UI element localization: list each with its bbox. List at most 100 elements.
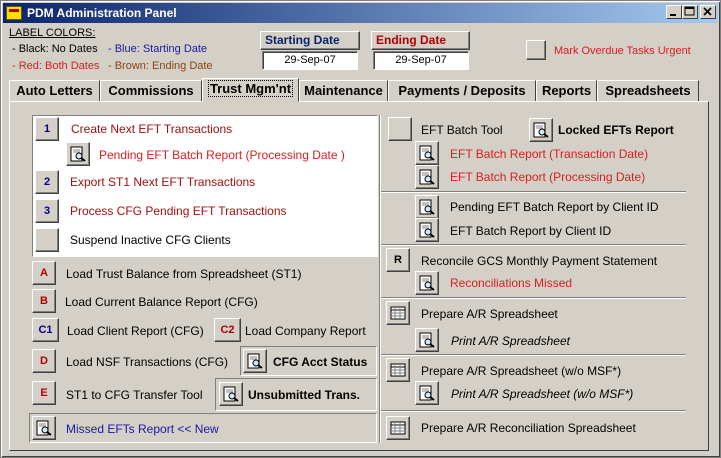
load-company-report-label: Load Company Report [245, 324, 366, 338]
legend-black: - Black: No Dates [12, 43, 98, 55]
prepare-ar-msf-button[interactable] [386, 358, 410, 382]
step-e-button[interactable]: E [32, 381, 56, 405]
separator [381, 354, 686, 356]
report-preview-icon [36, 420, 52, 436]
legend-red: - Red: Both Dates [12, 60, 100, 72]
export-st1-label: Export ST1 Next EFT Transactions [70, 175, 256, 189]
print-ar-label: Print A/R Spreadsheet [451, 334, 570, 348]
st1-cfg-transfer-label: ST1 to CFG Transfer Tool [66, 388, 203, 402]
print-ar-button[interactable] [415, 328, 439, 352]
missed-efts-button[interactable] [32, 416, 56, 440]
tab-auto-letters[interactable]: Auto Letters [9, 80, 100, 102]
locked-efts-label: Locked EFTs Report [558, 123, 674, 137]
eft-batch-txn-button[interactable] [415, 141, 439, 165]
reconcile-gcs-label: Reconcile GCS Monthly Payment Statement [421, 254, 658, 268]
close-icon [703, 7, 712, 16]
unsubmitted-trans-label: Unsubmitted Trans. [248, 388, 361, 402]
tab-payments-deposits[interactable]: Payments / Deposits [388, 80, 536, 102]
eft-batch-tool-label: EFT Batch Tool [421, 123, 503, 137]
eft-batch-tool-button[interactable] [388, 117, 412, 141]
legend-brown: - Brown: Ending Date [108, 60, 213, 72]
separator [381, 297, 686, 299]
report-preview-icon [70, 146, 86, 162]
tab-reports[interactable]: Reports [536, 80, 597, 102]
suspend-inactive-label: Suspend Inactive CFG Clients [70, 233, 231, 247]
separator [381, 410, 686, 412]
tab-spreadsheets[interactable]: Spreadsheets [597, 80, 699, 102]
tab-trust-mgmnt[interactable]: Trust Mgm'nt [202, 78, 299, 102]
form-icon [6, 6, 22, 20]
prepare-ar-button[interactable] [386, 301, 410, 325]
print-ar-msf-label: Print A/R Spreadsheet (w/o MSF*) [451, 387, 634, 401]
step-d-button[interactable]: D [32, 349, 56, 373]
load-nsf-label: Load NSF Transactions (CFG) [66, 355, 229, 369]
prepare-ar-label: Prepare A/R Spreadsheet [421, 307, 558, 321]
report-preview-icon [419, 385, 435, 401]
pending-by-client-label: Pending EFT Batch Report by Client ID [450, 200, 659, 214]
starting-date-label: Starting Date [260, 31, 360, 50]
eft-by-client-label: EFT Batch Report by Client ID [450, 224, 612, 238]
recon-missed-button[interactable] [415, 271, 439, 295]
process-cfg-label: Process CFG Pending EFT Transactions [70, 204, 287, 218]
prepare-ar-recon-button[interactable] [386, 416, 410, 440]
step-c1-button[interactable]: C1 [32, 318, 59, 342]
tab-label: Commissions [108, 83, 194, 98]
mark-overdue-button[interactable] [526, 40, 546, 60]
maximize-icon [684, 6, 695, 16]
load-trust-balance-label: Load Trust Balance from Spreadsheet (ST1… [66, 267, 302, 281]
report-preview-icon [419, 145, 435, 161]
unsubmitted-trans-button[interactable] [219, 382, 243, 406]
starting-date-field[interactable]: 29-Sep-07 [262, 51, 358, 70]
eft-batch-proc-button[interactable] [415, 165, 439, 189]
step-r-button[interactable]: R [386, 248, 410, 272]
tab-label: Maintenance [304, 83, 383, 98]
locked-efts-button[interactable] [529, 118, 553, 142]
step-c2-button[interactable]: C2 [214, 318, 241, 342]
create-eft-label: Create Next EFT Transactions [71, 122, 233, 136]
ending-date-label: Ending Date [371, 31, 470, 50]
suspend-inactive-button[interactable] [35, 228, 59, 252]
step-a-button[interactable]: A [32, 261, 56, 285]
cfg-acct-status-label: CFG Acct Status [273, 355, 368, 369]
recon-missed-label: Reconciliations Missed [450, 276, 573, 290]
admin-panel-window: PDM Administration Panel LABEL COLORS: -… [0, 0, 721, 458]
pending-by-client-button[interactable] [415, 195, 439, 219]
missed-efts-label: Missed EFTs Report << New [66, 422, 219, 436]
maximize-button[interactable] [682, 5, 698, 19]
report-preview-icon [419, 222, 435, 238]
eft-by-client-button[interactable] [415, 218, 439, 242]
mark-overdue-label: Mark Overdue Tasks Urgent [554, 45, 691, 57]
close-button[interactable] [700, 5, 716, 19]
report-preview-icon [247, 353, 263, 369]
step-2-button[interactable]: 2 [35, 170, 59, 194]
title-bar[interactable]: PDM Administration Panel [3, 3, 718, 23]
spreadsheet-icon [390, 306, 406, 320]
step-1-button[interactable]: 1 [35, 117, 59, 141]
step-b-button[interactable]: B [32, 289, 56, 313]
cfg-acct-status-button[interactable] [243, 349, 267, 373]
tab-maintenance[interactable]: Maintenance [299, 80, 388, 102]
pending-eft-report-label: Pending EFT Batch Report (Processing Dat… [99, 148, 345, 162]
column-divider [379, 115, 381, 443]
label-colors-title: LABEL COLORS: [9, 27, 96, 39]
tab-label: Trust Mgm'nt [207, 80, 294, 97]
eft-batch-proc-label: EFT Batch Report (Processing Date) [450, 170, 646, 184]
step-3-button[interactable]: 3 [35, 199, 59, 223]
report-preview-icon [419, 169, 435, 185]
tab-label: Auto Letters [16, 83, 93, 98]
load-current-balance-label: Load Current Balance Report (CFG) [65, 295, 258, 309]
report-preview-icon [419, 199, 435, 215]
minimize-button[interactable] [666, 5, 682, 19]
ending-date-field[interactable]: 29-Sep-07 [373, 51, 469, 70]
minimize-icon [670, 14, 676, 16]
load-client-report-label: Load Client Report (CFG) [67, 324, 204, 338]
tab-commissions[interactable]: Commissions [100, 80, 202, 102]
pending-eft-report-button[interactable] [66, 142, 90, 166]
print-ar-msf-button[interactable] [415, 381, 439, 405]
report-preview-icon [419, 275, 435, 291]
separator [381, 191, 686, 193]
prepare-ar-recon-label: Prepare A/R Reconciliation Spreadsheet [421, 421, 636, 435]
tab-label: Reports [541, 83, 592, 98]
prepare-ar-msf-label: Prepare A/R Spreadsheet (w/o MSF*) [421, 364, 622, 378]
separator [381, 244, 686, 246]
